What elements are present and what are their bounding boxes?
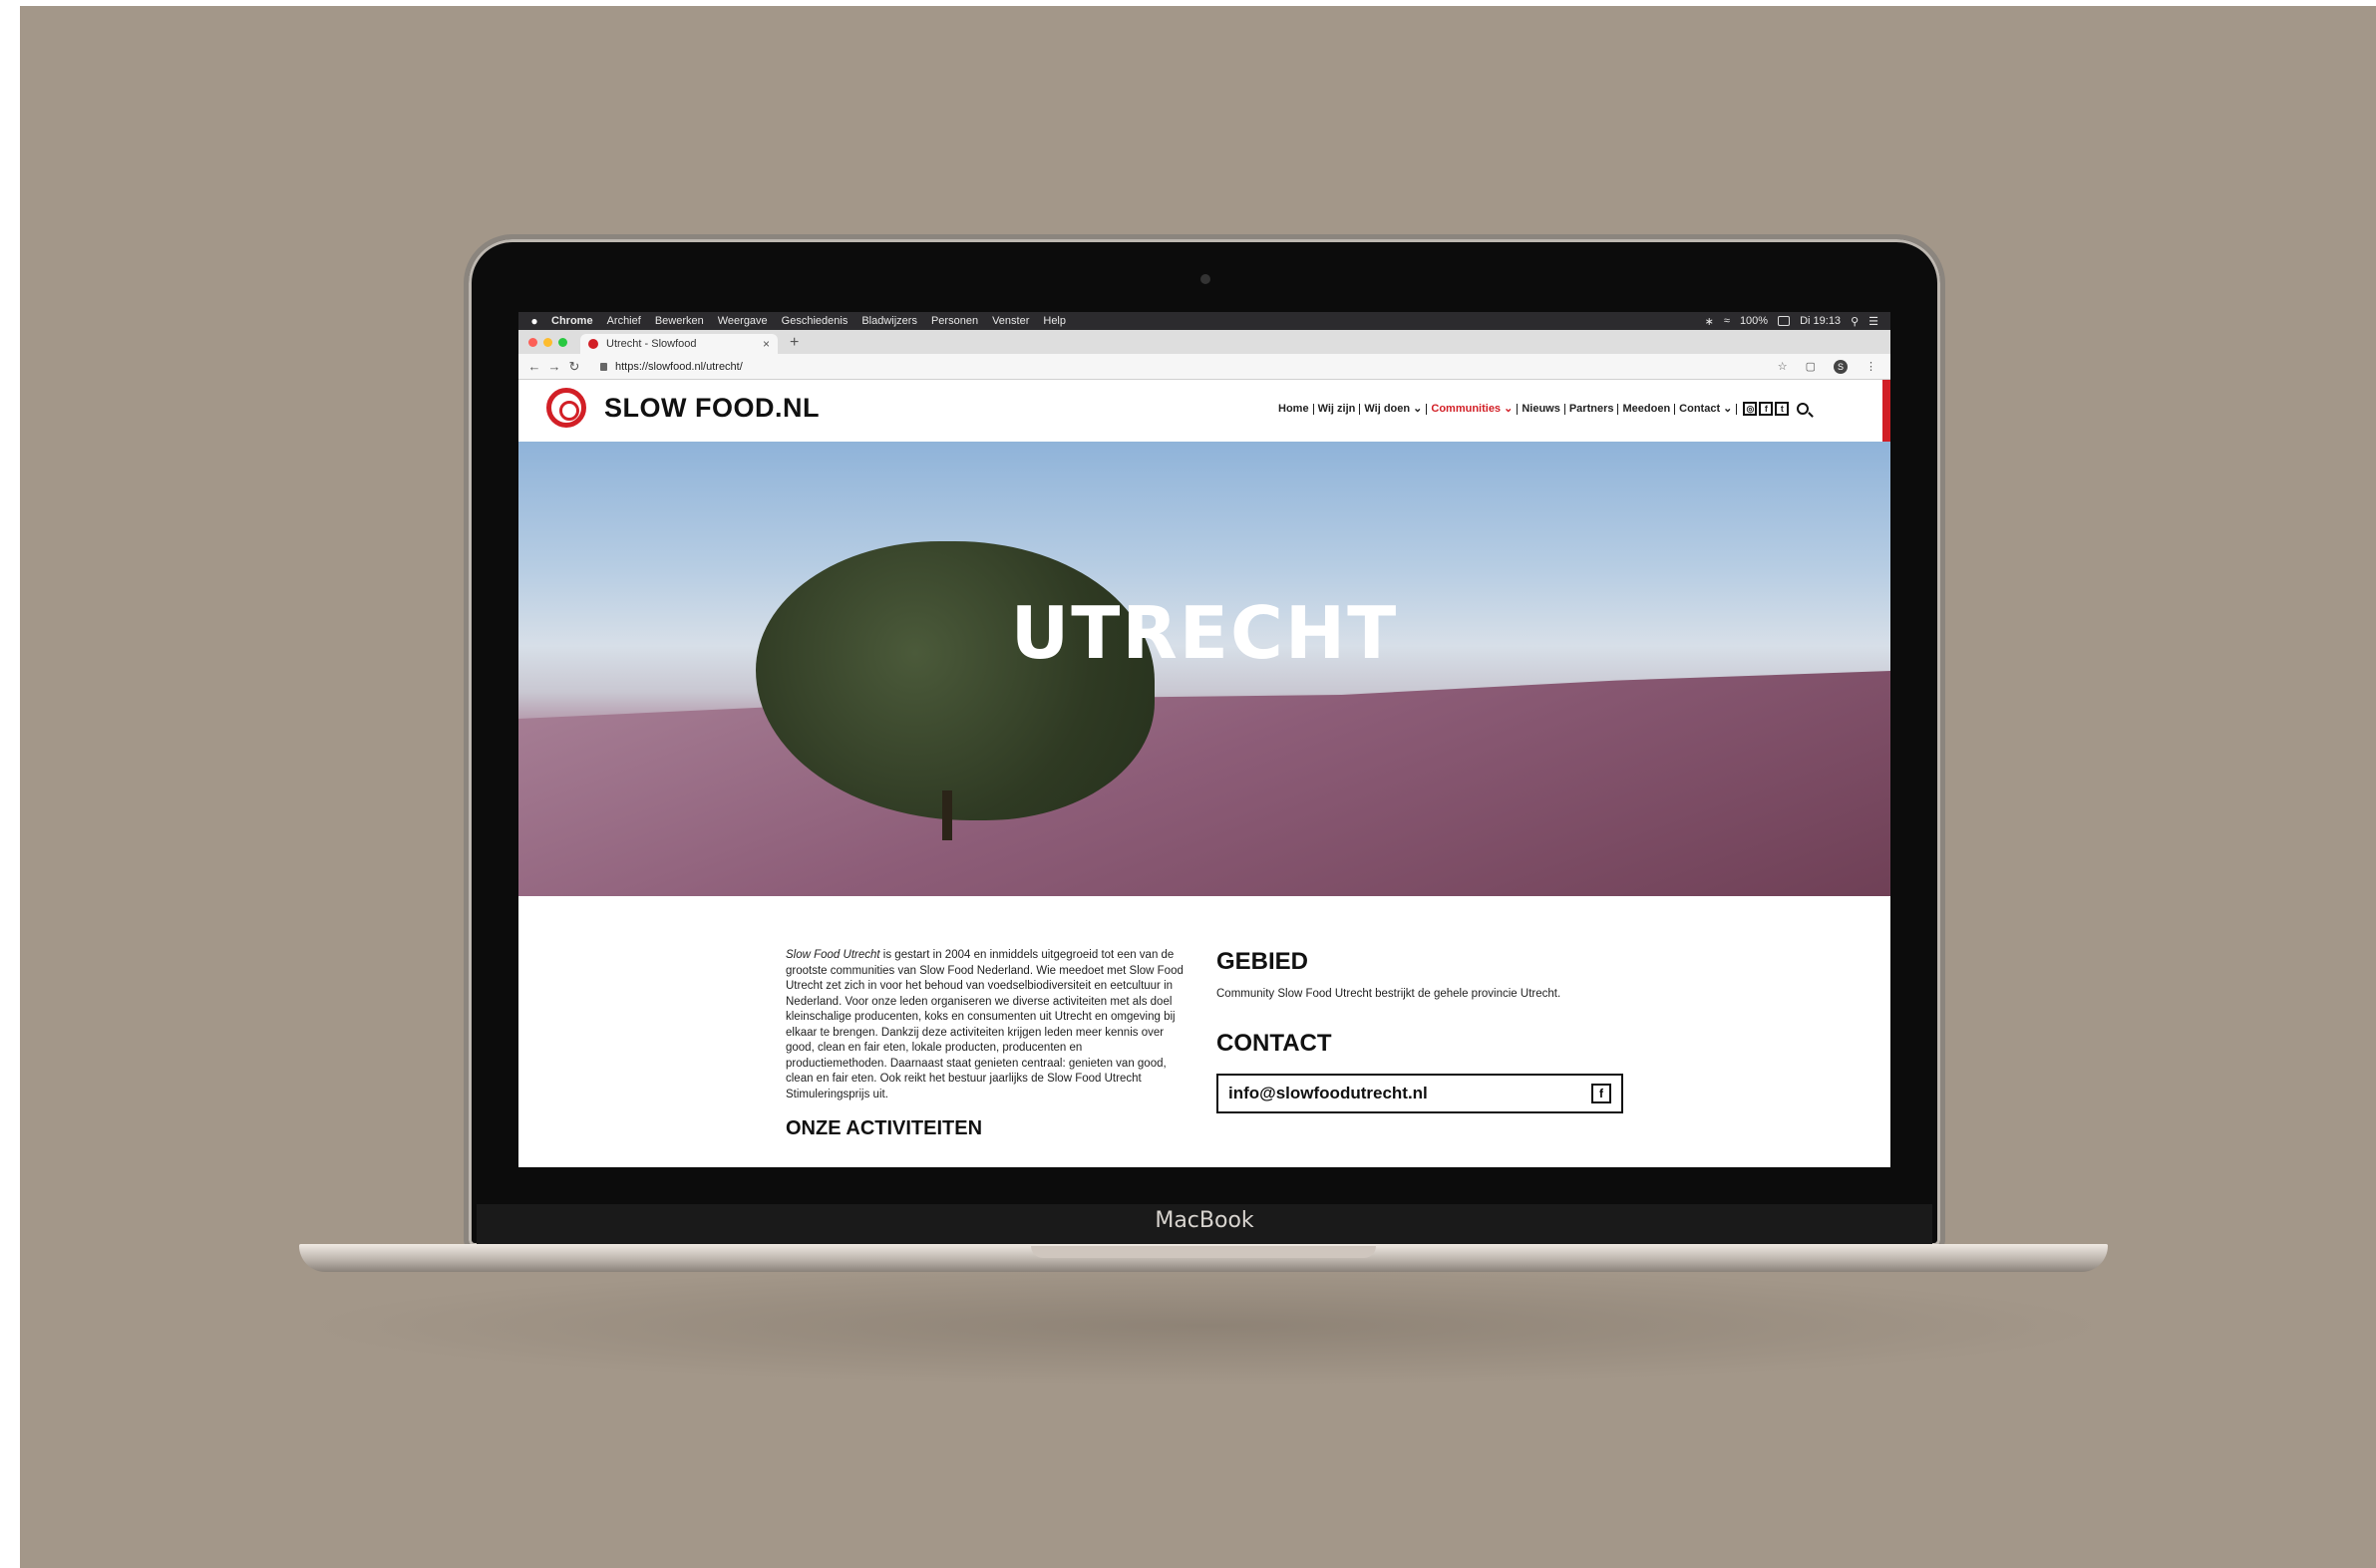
about-paragraph: Slow Food Utrecht is gestart in 2004 en … bbox=[786, 948, 1185, 1102]
chrome-menu-icon[interactable]: ⋮ bbox=[1866, 360, 1876, 373]
hero-title: UTRECHT bbox=[1010, 591, 1399, 675]
nav-partners[interactable]: Partners bbox=[1565, 403, 1619, 415]
main-nav: Home Wij zijn Wij doen ⌄ Communities ⌄ N… bbox=[1274, 402, 1810, 416]
instagram-icon[interactable]: ◎ bbox=[1743, 402, 1758, 416]
contact-email-link[interactable]: info@slowfoodutrecht.nl bbox=[1228, 1084, 1428, 1103]
back-icon[interactable]: ← bbox=[524, 359, 544, 374]
twitter-icon[interactable]: t bbox=[1775, 402, 1790, 416]
page-content: Slow Food Utrecht is gestart in 2004 en … bbox=[518, 896, 1890, 1167]
facebook-icon[interactable]: f bbox=[1591, 1084, 1611, 1103]
nav-contact[interactable]: Contact ⌄ bbox=[1675, 403, 1738, 415]
close-window-button[interactable] bbox=[528, 338, 537, 347]
nav-communities[interactable]: Communities ⌄ bbox=[1427, 403, 1519, 415]
minimize-window-button[interactable] bbox=[543, 338, 552, 347]
nav-wij-zijn[interactable]: Wij zijn bbox=[1314, 403, 1361, 415]
apple-icon[interactable]: ● bbox=[524, 312, 544, 330]
laptop-shadow bbox=[299, 1266, 2114, 1386]
menu-chrome[interactable]: Chrome bbox=[544, 315, 600, 327]
menu-geschiedenis[interactable]: Geschiedenis bbox=[775, 315, 855, 327]
favicon-icon bbox=[588, 339, 598, 349]
menu-archief[interactable]: Archief bbox=[600, 315, 648, 327]
site-header: SLOW FOOD.NL Home Wij zijn Wij doen ⌄ Co… bbox=[518, 380, 1890, 442]
tab-title: Utrecht - Slowfood bbox=[606, 338, 697, 350]
url-text: https://slowfood.nl/utrecht/ bbox=[615, 360, 743, 373]
menu-weergave[interactable]: Weergave bbox=[711, 315, 775, 327]
new-tab-button[interactable]: + bbox=[790, 334, 799, 352]
battery-icon[interactable] bbox=[1778, 316, 1791, 326]
menu-help[interactable]: Help bbox=[1036, 315, 1073, 327]
forward-icon[interactable]: → bbox=[544, 359, 564, 374]
window-controls bbox=[528, 338, 567, 347]
mac-menubar: ● Chrome Archief Bewerken Weergave Gesch… bbox=[518, 312, 1890, 330]
snail-logo-icon bbox=[546, 388, 586, 428]
menu-personen[interactable]: Personen bbox=[924, 315, 985, 327]
clock[interactable]: Di 19:13 bbox=[1800, 315, 1841, 327]
lock-icon bbox=[600, 362, 607, 371]
tab-close-icon[interactable]: × bbox=[763, 337, 770, 351]
nav-home[interactable]: Home bbox=[1274, 403, 1314, 415]
device-label: MacBook bbox=[1155, 1208, 1254, 1233]
menu-bladwijzers[interactable]: Bladwijzers bbox=[854, 315, 924, 327]
social-links: ◎ f t bbox=[1743, 402, 1790, 416]
menu-venster[interactable]: Venster bbox=[985, 315, 1036, 327]
about-text: is gestart in 2004 en inmiddels uitgegro… bbox=[786, 949, 1184, 1100]
url-field[interactable]: https://slowfood.nl/utrecht/ bbox=[600, 361, 743, 373]
gebied-heading: GEBIED bbox=[1216, 948, 1309, 975]
nav-nieuws[interactable]: Nieuws bbox=[1518, 403, 1565, 415]
zoom-window-button[interactable] bbox=[558, 338, 567, 347]
menu-bewerken[interactable]: Bewerken bbox=[648, 315, 711, 327]
spotlight-icon[interactable]: ⚲ bbox=[1851, 315, 1859, 328]
address-bar: ← → ↻ https://slowfood.nl/utrecht/ ☆ ▢ S… bbox=[518, 354, 1890, 380]
notification-center-icon[interactable]: ☰ bbox=[1868, 315, 1878, 328]
profile-avatar[interactable]: S bbox=[1834, 359, 1848, 374]
contact-heading: CONTACT bbox=[1216, 1030, 1332, 1057]
search-icon[interactable] bbox=[1797, 403, 1810, 415]
contact-box: info@slowfoodutrecht.nl f bbox=[1216, 1074, 1623, 1113]
battery-percent: 100% bbox=[1739, 315, 1769, 327]
reload-icon[interactable]: ↻ bbox=[564, 359, 584, 375]
about-italic: Slow Food Utrecht bbox=[786, 949, 880, 961]
site-logo[interactable]: SLOW FOOD.NL bbox=[546, 388, 820, 428]
camera bbox=[1200, 274, 1210, 284]
address-bar-actions: ☆ ▢ S ⋮ bbox=[1778, 359, 1890, 374]
extension-icon[interactable]: ▢ bbox=[1806, 360, 1816, 373]
gebied-text: Community Slow Food Utrecht bestrijkt de… bbox=[1216, 988, 1561, 1000]
screen: ● Chrome Archief Bewerken Weergave Gesch… bbox=[518, 312, 1890, 1167]
logo-text: SLOW FOOD.NL bbox=[604, 392, 820, 423]
laptop-notch bbox=[1031, 1246, 1376, 1258]
browser-tab[interactable]: Utrecht - Slowfood × bbox=[580, 334, 778, 354]
bluetooth-icon[interactable]: ∗ bbox=[1705, 315, 1714, 328]
hero-heather-hill bbox=[518, 671, 1890, 896]
hero-tree-trunk bbox=[942, 790, 952, 840]
bookmark-star-icon[interactable]: ☆ bbox=[1778, 360, 1788, 373]
tab-bar: Utrecht - Slowfood × + bbox=[518, 330, 1890, 354]
wifi-icon[interactable]: ≈ bbox=[1724, 315, 1730, 327]
nav-meedoen[interactable]: Meedoen bbox=[1618, 403, 1676, 415]
nav-wij-doen[interactable]: Wij doen ⌄ bbox=[1360, 403, 1428, 415]
menubar-status: ∗ ≈ 100% Di 19:13 ⚲ ☰ bbox=[1705, 315, 1890, 328]
activities-heading: ONZE ACTIVITEITEN bbox=[786, 1117, 983, 1139]
hero-banner: UTRECHT bbox=[518, 442, 1890, 896]
facebook-icon[interactable]: f bbox=[1759, 402, 1774, 416]
